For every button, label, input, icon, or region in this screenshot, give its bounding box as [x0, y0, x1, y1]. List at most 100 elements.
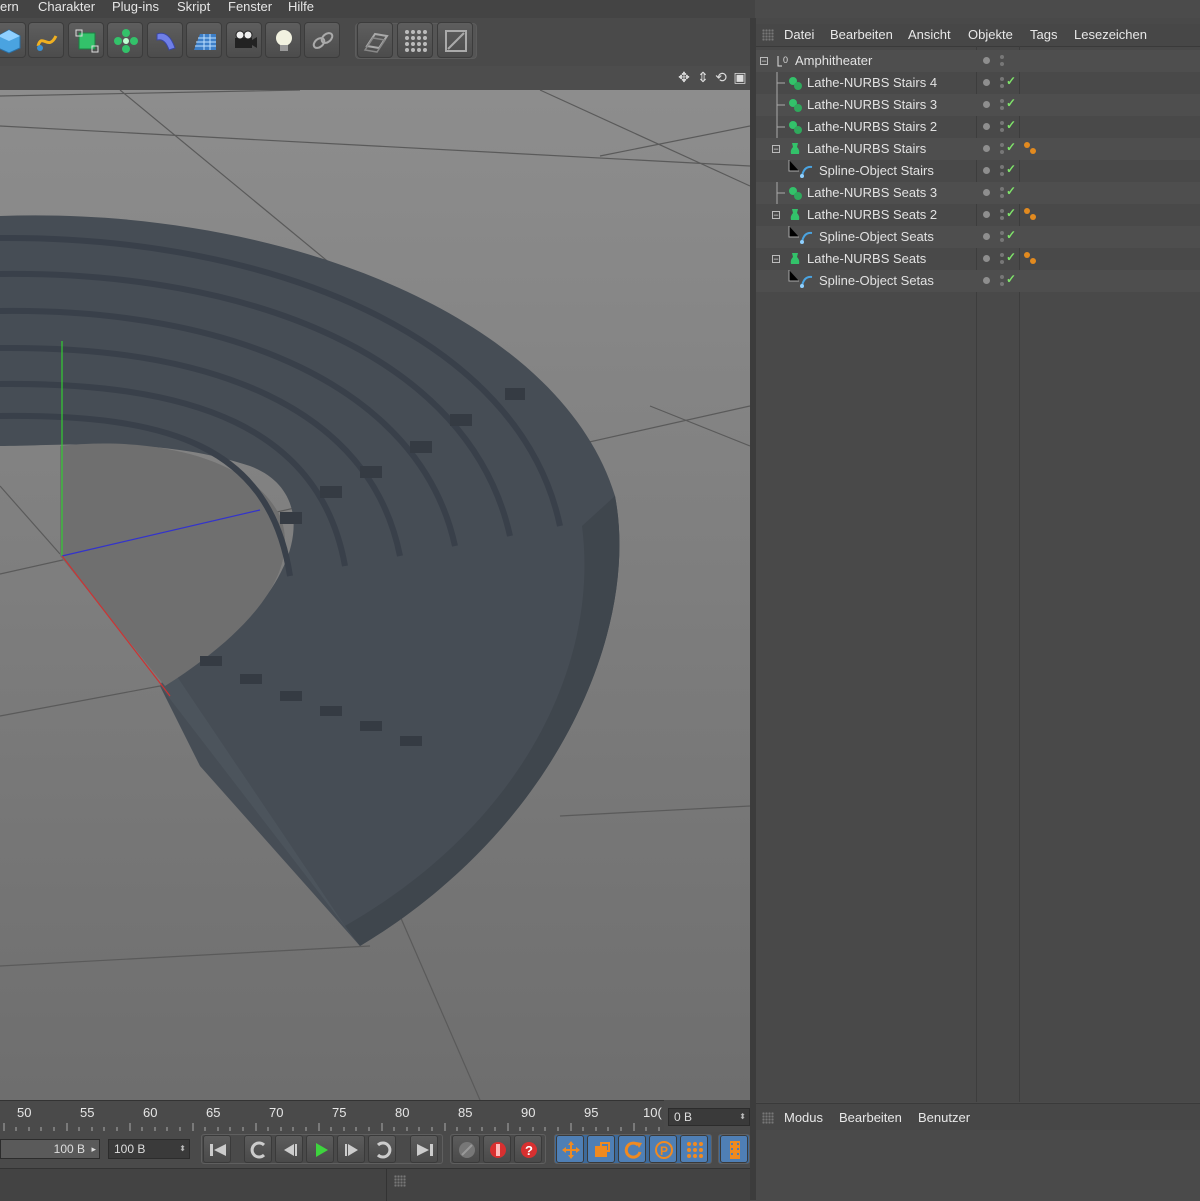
editor-visibility-dot[interactable] — [1000, 143, 1004, 147]
enabled-check-icon[interactable]: ✓ — [1006, 162, 1016, 176]
om-menu-bookmarks[interactable]: Lesezeichen — [1074, 27, 1147, 42]
attr-menu-user[interactable]: Benutzer — [918, 1110, 970, 1125]
attr-menu-edit[interactable]: Bearbeiten — [839, 1110, 902, 1125]
zoom-view-icon[interactable]: ⇕ — [695, 69, 711, 85]
phong-tag-icon[interactable] — [1024, 208, 1030, 214]
enabled-check-icon[interactable]: ✓ — [1006, 140, 1016, 154]
panel-grip-icon[interactable] — [394, 1175, 406, 1187]
enabled-check-icon[interactable]: ✓ — [1006, 228, 1016, 242]
object-row-spline-seats[interactable]: Spline-Object Seats ✓ — [756, 226, 1200, 248]
object-row-lathe-stairs-4[interactable]: Lathe-NURBS Stairs 4 ✓ — [756, 72, 1200, 94]
editor-visibility-dot[interactable] — [1000, 165, 1004, 169]
visibility-dot[interactable] — [983, 123, 990, 130]
position-key-button[interactable] — [556, 1135, 584, 1163]
camera-button[interactable] — [226, 22, 262, 58]
render-visibility-dot[interactable] — [1000, 84, 1004, 88]
menu-item-window[interactable]: Fenster — [228, 0, 272, 18]
attr-menu-mode[interactable]: Modus — [784, 1110, 823, 1125]
collapse-toggle-icon[interactable]: − — [772, 145, 780, 154]
object-name[interactable]: Amphitheater — [795, 53, 872, 68]
autokey-help-button[interactable]: ? — [514, 1135, 542, 1163]
floor-button[interactable] — [186, 22, 222, 58]
enabled-check-icon[interactable]: ✓ — [1006, 96, 1016, 110]
timeline-ruler[interactable]: 50 55 60 65 70 75 80 85 90 95 10( — [0, 1100, 664, 1133]
phong-tag-icon[interactable] — [1030, 214, 1036, 220]
object-name[interactable]: Lathe-NURBS Stairs 3 — [807, 97, 937, 112]
om-menu-tags[interactable]: Tags — [1030, 27, 1057, 42]
light-button[interactable] — [265, 22, 301, 58]
object-row-lathe-stairs[interactable]: − Lathe-NURBS Stairs ✓ — [756, 138, 1200, 160]
object-row-lathe-stairs-3[interactable]: Lathe-NURBS Stairs 3 ✓ — [756, 94, 1200, 116]
step-back-button[interactable] — [275, 1135, 303, 1163]
om-menu-objects[interactable]: Objekte — [968, 27, 1013, 42]
object-name[interactable]: Lathe-NURBS Stairs 2 — [807, 119, 937, 134]
cube-primitive-button[interactable] — [0, 22, 26, 58]
visibility-dot[interactable] — [983, 145, 990, 152]
panel-grip-icon[interactable] — [762, 29, 774, 41]
om-menu-file[interactable]: Datei — [784, 27, 814, 42]
next-key-button[interactable] — [368, 1135, 396, 1163]
view-single-button[interactable] — [357, 22, 393, 58]
render-visibility-dot[interactable] — [1000, 238, 1004, 242]
view-grid-button[interactable] — [397, 22, 433, 58]
editor-visibility-dot[interactable] — [1000, 77, 1004, 81]
visibility-dot[interactable] — [983, 277, 990, 284]
om-menu-edit[interactable]: Bearbeiten — [830, 27, 893, 42]
render-visibility-dot[interactable] — [1000, 150, 1004, 154]
enabled-check-icon[interactable]: ✓ — [1006, 206, 1016, 220]
object-name[interactable]: Spline-Object Stairs — [819, 163, 934, 178]
editor-visibility-dot[interactable] — [1000, 99, 1004, 103]
timeline-button[interactable] — [720, 1135, 748, 1163]
menu-item-character[interactable]: Charakter — [38, 0, 95, 18]
enabled-check-icon[interactable]: ✓ — [1006, 272, 1016, 286]
move-view-icon[interactable]: ✥ — [676, 69, 692, 85]
visibility-dot[interactable] — [983, 167, 990, 174]
menu-item-script[interactable]: Skript — [177, 0, 210, 18]
editor-visibility-dot[interactable] — [1000, 231, 1004, 235]
render-visibility-dot[interactable] — [1000, 282, 1004, 286]
menu-item-plugins[interactable]: Plug-ins — [112, 0, 159, 18]
object-name[interactable]: Lathe-NURBS Stairs — [807, 141, 926, 156]
view-frame-button[interactable] — [437, 22, 473, 58]
current-frame-field[interactable]: 0 B ⬍ — [668, 1108, 750, 1126]
maximize-view-icon[interactable]: ▣ — [732, 69, 748, 85]
go-to-end-button[interactable] — [410, 1135, 438, 1163]
enabled-check-icon[interactable]: ✓ — [1006, 118, 1016, 132]
object-row-lathe-stairs-2[interactable]: Lathe-NURBS Stairs 2 ✓ — [756, 116, 1200, 138]
editor-visibility-dot[interactable] — [1000, 209, 1004, 213]
render-visibility-dot[interactable] — [1000, 194, 1004, 198]
go-to-start-button[interactable] — [203, 1135, 231, 1163]
object-row-spline-stairs[interactable]: Spline-Object Stairs ✓ — [756, 160, 1200, 182]
enabled-check-icon[interactable]: ✓ — [1006, 74, 1016, 88]
object-row-amphitheater[interactable]: − 0 Amphitheater — [756, 50, 1200, 72]
visibility-dot[interactable] — [983, 57, 990, 64]
rotate-view-icon[interactable]: ⟲ — [713, 69, 729, 85]
collapse-toggle-icon[interactable]: − — [760, 57, 768, 66]
render-visibility-dot[interactable] — [1000, 128, 1004, 132]
menu-item-help[interactable]: Hilfe — [288, 0, 314, 18]
visibility-dot[interactable] — [983, 255, 990, 262]
nurbs-button[interactable] — [68, 22, 104, 58]
object-row-lathe-seats-2[interactable]: − Lathe-NURBS Seats 2 ✓ — [756, 204, 1200, 226]
phong-tag-icon[interactable] — [1030, 258, 1036, 264]
previous-key-button[interactable] — [244, 1135, 272, 1163]
object-name[interactable]: Lathe-NURBS Seats — [807, 251, 926, 266]
phong-tag-icon[interactable] — [1024, 252, 1030, 258]
object-row-lathe-seats-3[interactable]: Lathe-NURBS Seats 3 ✓ — [756, 182, 1200, 204]
object-name[interactable]: Lathe-NURBS Seats 2 — [807, 207, 937, 222]
spline-button[interactable] — [28, 22, 64, 58]
editor-visibility-dot[interactable] — [1000, 55, 1004, 59]
rotation-key-button[interactable] — [618, 1135, 646, 1163]
visibility-dot[interactable] — [983, 101, 990, 108]
end-frame-field[interactable]: 100 B ⬍ — [108, 1139, 190, 1159]
record-button[interactable] — [483, 1135, 511, 1163]
collapse-toggle-icon[interactable]: − — [772, 211, 780, 220]
object-name[interactable]: Lathe-NURBS Seats 3 — [807, 185, 937, 200]
editor-visibility-dot[interactable] — [1000, 187, 1004, 191]
object-row-lathe-seats[interactable]: − Lathe-NURBS Seats ✓ — [756, 248, 1200, 270]
panel-grip-icon[interactable] — [762, 1112, 774, 1124]
collapse-toggle-icon[interactable]: − — [772, 255, 780, 264]
preview-end-slider[interactable]: 100 B ▸ — [0, 1139, 100, 1159]
3d-viewport[interactable] — [0, 66, 750, 1100]
play-button[interactable] — [306, 1135, 334, 1163]
